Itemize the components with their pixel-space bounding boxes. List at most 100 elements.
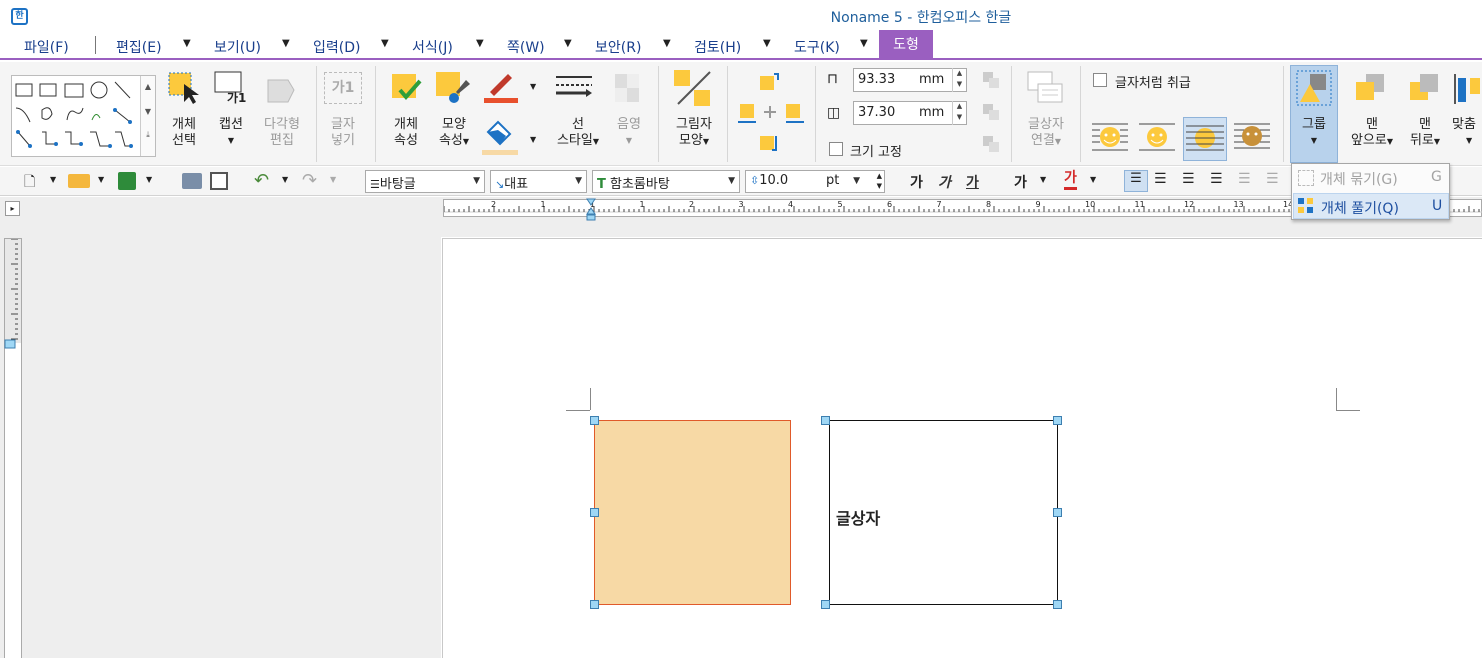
shadow-direction-icon[interactable] [736,70,806,156]
strike-dropdown-icon[interactable]: ▼ [1040,175,1046,184]
bring-front-icon[interactable] [1352,72,1388,106]
align-button[interactable]: 맞춤 ▼ [1452,117,1482,149]
font-dropdown-icon[interactable]: ▼ [728,176,735,186]
bold-button[interactable]: 가 [910,172,923,192]
selection-handle[interactable] [590,508,599,517]
object-props-icon[interactable] [390,72,424,106]
right-align-icon[interactable]: ☰ [1210,171,1223,187]
menu-tools-arrow-icon[interactable]: ▼ [860,38,868,49]
selection-handle[interactable] [1053,416,1062,425]
caption-button[interactable]: 캡션 ▼ [211,117,251,149]
ruler-toggle-icon[interactable]: ▸ [5,201,20,216]
undo-dropdown-icon[interactable]: ▼ [282,175,288,184]
line-style-button[interactable]: 선 스타일▼ [550,117,606,150]
group-label-wrap[interactable]: 그룹 ▼ [1291,117,1337,149]
wrap-top-bottom-icon[interactable] [1137,118,1177,158]
fill-color-dropdown-icon[interactable]: ▼ [530,135,536,144]
indent-marker-icon[interactable] [586,198,596,222]
wrap-in-front-icon[interactable] [1232,118,1272,158]
width-spinner[interactable]: ▲ ▼ [952,68,966,92]
menu-insert[interactable]: 입력(D) [313,37,360,57]
menu-insert-arrow-icon[interactable]: ▼ [381,38,389,49]
menu-item-ungroup-objects[interactable]: 개체 풀기(Q) U [1293,193,1449,219]
menu-view-arrow-icon[interactable]: ▼ [282,38,290,49]
selection-handle[interactable] [590,600,599,609]
left-align-icon[interactable]: ☰ [1154,171,1167,187]
selection-handle[interactable] [590,416,599,425]
menu-page-arrow-icon[interactable]: ▼ [564,38,572,49]
font-size-dropdown-icon[interactable]: ▼ [853,176,860,186]
open-dropdown-icon[interactable]: ▼ [98,175,104,184]
justify-align-icon[interactable]: ☰ [1124,170,1148,192]
height-field[interactable]: 37.30 mm [853,101,967,125]
menu-review[interactable]: 검토(H) [694,37,741,57]
print-icon[interactable] [182,173,202,189]
menu-format[interactable]: 서식(J) [412,37,453,57]
gallery-scroll[interactable]: ▲ ▼ ⤓ [140,76,155,156]
save-dropdown-icon[interactable]: ▼ [146,175,152,184]
height-spinner[interactable]: ▲ ▼ [952,101,966,125]
selection-handle[interactable] [821,416,830,425]
new-doc-dropdown-icon[interactable]: ▼ [50,175,56,184]
fill-color-icon[interactable] [482,118,518,156]
preview-icon[interactable] [210,172,228,190]
menu-page[interactable]: 쪽(W) [507,37,545,57]
selection-handle[interactable] [821,600,830,609]
align-dropdown-icon[interactable]: ▼ [1452,133,1482,149]
tab-shape[interactable]: 도형 [879,30,933,60]
shape-props-button[interactable]: 모양 속성▼ [432,117,476,150]
object-select-icon[interactable] [166,70,202,106]
menu-edit[interactable]: 편집(E) [116,37,162,57]
font-combo[interactable]: T 함초롬바탕 ▼ [592,170,740,193]
undo-icon[interactable]: ↶ [254,170,269,191]
selection-handle[interactable] [1053,600,1062,609]
text-box-text[interactable]: 글상자 [836,505,880,529]
italic-button[interactable]: 가 [938,172,951,192]
wrap-behind-text-icon[interactable] [1183,117,1227,161]
font-color-button[interactable]: 가 [1064,170,1077,190]
shape-gallery[interactable] [11,75,156,157]
bring-front-button[interactable]: 맨 앞으로▼ [1344,117,1400,150]
font-size-combo[interactable]: ⇳10.0 pt ▼ ▲ ▼ [745,170,885,193]
align-icon[interactable] [1454,74,1482,104]
object-props-button[interactable]: 개체 속성 [386,117,426,149]
line-color-icon[interactable] [482,70,518,104]
menu-view[interactable]: 보기(U) [214,37,261,57]
strike-button[interactable]: 가 [1014,172,1027,192]
center-align-icon[interactable]: ☰ [1182,171,1195,187]
caption-dropdown-icon[interactable]: ▼ [211,133,251,149]
size-fixed-checkbox[interactable] [829,142,843,156]
lang-combo[interactable]: ↘대표 ▼ [490,170,587,193]
width-field[interactable]: 93.33 mm [853,68,967,92]
shape-props-icon[interactable] [434,70,472,106]
caption-icon[interactable]: 가1 [213,70,249,106]
line-style-icon[interactable] [554,73,594,101]
menu-edit-arrow-icon[interactable]: ▼ [183,38,191,49]
text-box-shape[interactable]: 글상자 [829,420,1058,605]
shadow-shape-button[interactable]: 그림자 모양▼ [668,117,720,150]
group-icon[interactable] [1296,70,1332,106]
menu-format-arrow-icon[interactable]: ▼ [476,38,484,49]
selection-handle[interactable] [1053,508,1062,517]
send-back-icon[interactable] [1406,72,1442,106]
lang-dropdown-icon[interactable]: ▼ [575,176,582,186]
menu-tools[interactable]: 도구(K) [794,37,840,57]
menu-security-arrow-icon[interactable]: ▼ [663,38,671,49]
font-size-spinner[interactable]: ▲ ▼ [877,171,882,191]
underline-button[interactable]: 가 [966,172,979,192]
line-color-dropdown-icon[interactable]: ▼ [530,82,536,91]
menu-file[interactable]: 파일(F) [24,37,69,57]
group-dropdown-icon[interactable]: ▼ [1291,133,1337,149]
wrap-square-icon[interactable] [1090,118,1130,158]
open-folder-icon[interactable] [68,174,90,188]
save-icon[interactable] [118,172,136,190]
shadow-shape-icon[interactable] [674,70,714,108]
new-doc-icon[interactable]: 🗋 [24,171,35,195]
vertical-margin-marker-icon[interactable] [4,338,16,349]
object-select-button[interactable]: 개체 선택 [163,117,205,149]
font-color-dropdown-icon[interactable]: ▼ [1090,175,1096,184]
rectangle-shape[interactable] [594,420,791,605]
style-dropdown-icon[interactable]: ▼ [473,176,480,186]
style-combo[interactable]: ☰바탕글 ▼ [365,170,485,193]
treat-as-char-checkbox[interactable] [1093,73,1107,87]
